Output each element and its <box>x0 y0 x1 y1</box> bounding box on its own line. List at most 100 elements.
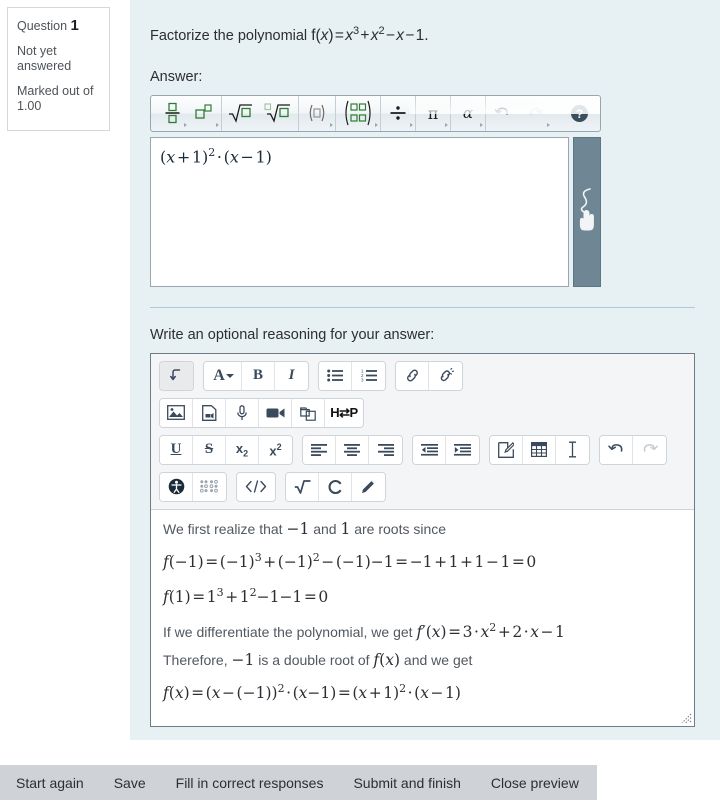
screenreader-helper-icon[interactable] <box>193 472 226 501</box>
html-source-icon[interactable] <box>237 472 275 501</box>
division-caret-icon[interactable] <box>410 122 413 127</box>
answer-label: Answer: <box>150 68 203 85</box>
underline-icon[interactable]: U <box>160 435 193 464</box>
unordered-list-icon[interactable] <box>319 361 352 390</box>
fraction-icon[interactable] <box>156 96 188 131</box>
question-state: Not yet answered <box>17 44 72 73</box>
atto-group-accessibility <box>159 471 227 502</box>
question-content-panel: Factorize the polynomial f(x) = x3 + x2 … <box>130 0 720 740</box>
division-icon[interactable] <box>382 96 414 131</box>
reasoning-line-6: f(x) = (x − (−1))2 · (x−1) = (x + 1)2 · … <box>163 682 461 703</box>
handwriting-panel[interactable] <box>573 136 601 287</box>
question-number: 1 <box>70 17 79 34</box>
reasoning-line-5: Therefore, −1 is a double root of f(x) a… <box>163 651 473 670</box>
redo-icon[interactable] <box>633 435 666 464</box>
math-group-pi: π <box>416 95 451 131</box>
outdent-icon[interactable] <box>413 435 446 464</box>
indent-icon[interactable] <box>446 435 479 464</box>
superscript-icon[interactable]: x2 <box>259 435 292 464</box>
question-number-line: Question 1 <box>17 18 100 34</box>
close-preview-button[interactable]: Close preview <box>491 775 579 791</box>
superscript-icon[interactable] <box>188 96 220 131</box>
chemistry-equation-icon[interactable] <box>319 472 352 501</box>
align-center-icon[interactable] <box>336 435 369 464</box>
parenthesis-caret-icon[interactable] <box>330 122 333 127</box>
atto-group-align <box>302 434 403 465</box>
square-root-icon[interactable] <box>223 96 259 131</box>
svg-text:?: ? <box>576 107 583 121</box>
reasoning-textarea[interactable]: We first realize that −1 and 1 are roots… <box>151 509 694 727</box>
accessibility-checker-icon[interactable] <box>160 472 193 501</box>
atto-group-insert <box>489 434 590 465</box>
atto-toolbar-row-4 <box>159 471 686 502</box>
atto-group-lists: 1 2 3 <box>318 360 386 391</box>
atto-toolbar-row-3: U S x2 x2 <box>159 434 686 465</box>
save-button[interactable]: Save <box>114 775 146 791</box>
italic-icon[interactable]: I <box>275 361 308 390</box>
alpha-symbol-icon[interactable]: α <box>452 96 484 131</box>
help-icon[interactable]: ? <box>564 96 596 131</box>
submit-and-finish-button[interactable]: Submit and finish <box>353 775 460 791</box>
manage-files-icon[interactable] <box>292 398 325 427</box>
unlink-icon[interactable] <box>429 361 462 390</box>
pi-caret-icon[interactable] <box>445 122 448 127</box>
record-audio-icon[interactable] <box>226 398 259 427</box>
parenthesis-icon[interactable] <box>300 96 334 131</box>
clear-formatting-icon[interactable] <box>556 435 589 464</box>
superscript-caret-icon[interactable] <box>216 122 219 127</box>
subscript-icon[interactable]: x2 <box>226 435 259 464</box>
fill-in-correct-responses-button[interactable]: Fill in correct responses <box>176 775 324 791</box>
record-video-icon[interactable] <box>259 398 292 427</box>
nth-root-icon[interactable] <box>259 96 297 131</box>
reasoning-line-3: f(1) = 13 + 12−1−1 = 0 <box>163 585 329 607</box>
image-icon[interactable] <box>160 398 193 427</box>
preview-button-bar: Start again Save Fill in correct respons… <box>0 765 597 800</box>
link-icon[interactable] <box>396 361 429 390</box>
undo-icon[interactable] <box>487 96 519 131</box>
reasoning-label: Write an optional reasoning for your ans… <box>150 326 435 343</box>
pi-symbol-icon[interactable]: π <box>417 96 449 131</box>
fraction-caret-icon[interactable] <box>184 122 187 127</box>
expand-toolbar-icon[interactable] <box>160 361 193 390</box>
quiz-preview-page: Question 1 Not yet answered Marked out o… <box>0 0 720 807</box>
reasoning-line-4: If we differentiate the polynomial, we g… <box>163 621 565 642</box>
atto-group-style2: U S x2 x2 <box>159 434 293 465</box>
start-again-button[interactable]: Start again <box>16 775 84 791</box>
math-editor-body: (x + 1)2 · (x − 1) <box>150 136 601 287</box>
atto-toolbar-row-1: A B I 1 2 3 <box>159 360 686 391</box>
atto-group-style: A B I <box>203 360 309 391</box>
atto-group-files: H⇄P <box>159 397 364 428</box>
question-text: Factorize the polynomial f(x) = x3 + x2 … <box>150 25 429 44</box>
redo-icon[interactable] <box>519 96 551 131</box>
redo-caret-icon[interactable] <box>547 122 550 127</box>
media-icon[interactable] <box>193 398 226 427</box>
ordered-list-icon[interactable]: 1 2 3 <box>352 361 385 390</box>
resize-handle[interactable] <box>679 711 692 724</box>
atto-group-math <box>285 471 386 502</box>
matrix-caret-icon[interactable] <box>375 122 378 127</box>
question-label: Question <box>17 19 68 33</box>
math-answer-value: (x + 1)2 · (x − 1) <box>160 145 272 167</box>
math-equation-icon[interactable] <box>286 472 319 501</box>
strikethrough-icon[interactable]: S <box>193 435 226 464</box>
align-left-icon[interactable] <box>303 435 336 464</box>
math-answer-input[interactable]: (x + 1)2 · (x − 1) <box>150 136 569 287</box>
undo-icon[interactable] <box>600 435 633 464</box>
bold-icon[interactable]: B <box>242 361 275 390</box>
math-group-division <box>381 95 416 131</box>
h5p-icon[interactable]: H⇄P <box>325 398 363 427</box>
math-group-fraction <box>155 95 222 131</box>
alpha-caret-icon[interactable] <box>480 122 483 127</box>
atto-group-indent <box>412 434 480 465</box>
atto-group-links <box>395 360 463 391</box>
matrix-icon[interactable] <box>337 96 379 131</box>
rich-text-editor: A B I 1 2 3 H⇄P U S x2 x2 We first reali… <box>150 352 695 728</box>
font-style-icon[interactable]: A <box>204 361 242 390</box>
svg-text:3: 3 <box>361 378 364 382</box>
atto-group-html <box>236 471 276 502</box>
handwriting-icon[interactable] <box>352 472 385 501</box>
table-icon[interactable] <box>523 435 556 464</box>
align-right-icon[interactable] <box>369 435 402 464</box>
question-info-box: Question 1 Not yet answered Marked out o… <box>7 7 110 131</box>
equation-icon[interactable] <box>490 435 523 464</box>
